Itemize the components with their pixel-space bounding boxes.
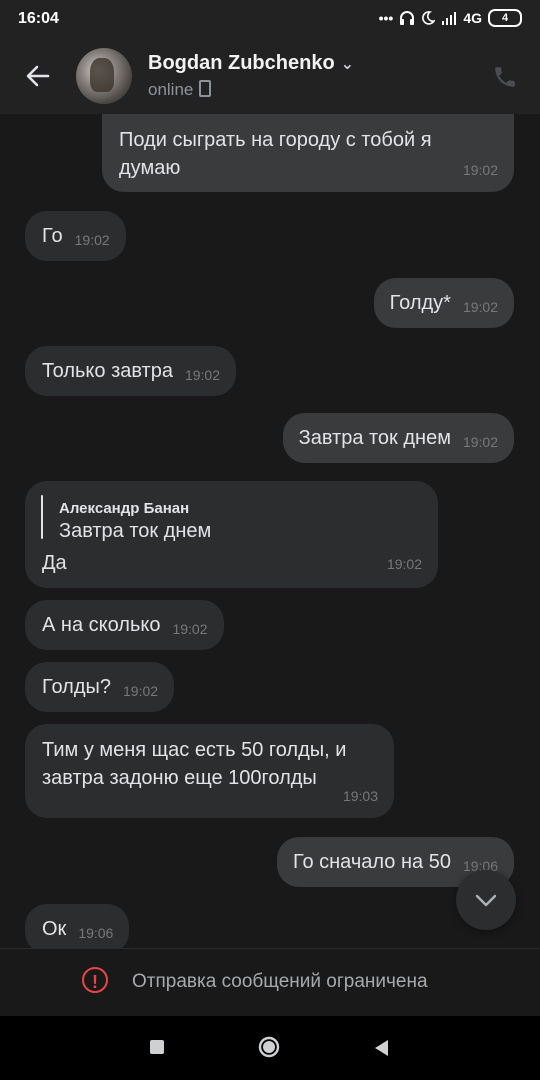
reply-quote-bar [41, 495, 43, 539]
message-incoming[interactable]: А на сколько 19:02 [25, 600, 224, 650]
message-time: 19:03 [342, 788, 378, 804]
chat-header: Bogdan Zubchenko ⌄ online [0, 38, 540, 114]
back-triangle-icon[interactable] [372, 1038, 390, 1058]
message-outgoing[interactable]: Поди сыграть на городу с тобой я думаю 1… [102, 114, 514, 192]
headphones-icon [400, 11, 415, 25]
message-incoming[interactable]: Только завтра 19:02 [25, 346, 237, 396]
moon-icon [422, 11, 436, 25]
restriction-text: Отправка сообщений ограничена [132, 971, 428, 992]
message-incoming[interactable]: Тим у меня щас есть 50 голды, и завтра з… [25, 724, 394, 818]
message-text: Только завтра [42, 360, 173, 382]
message-text: Ок [42, 918, 67, 940]
message-text: Голду* [389, 292, 451, 314]
reply-text: Завтра ток днем [59, 520, 212, 542]
message-text: Поди сыграть на городу с тобой я думаю [119, 129, 432, 179]
scroll-down-button[interactable] [456, 870, 516, 930]
system-nav-bar [0, 1016, 540, 1080]
recents-icon[interactable] [150, 1040, 164, 1054]
message-incoming-reply[interactable]: Александр Банан Завтра ток днем Да 19:02 [25, 481, 438, 588]
message-time: 19:02 [74, 232, 110, 248]
clock: 16:04 [18, 10, 59, 27]
contact-name[interactable]: Bogdan Zubchenko ⌄ [148, 52, 354, 75]
network-type: 4G [463, 10, 482, 26]
avatar[interactable] [76, 48, 132, 104]
battery-icon: 4 [488, 9, 522, 27]
message-text: Го сначало на 50 [292, 851, 451, 873]
message-incoming[interactable]: Го 19:02 [25, 211, 126, 261]
message-outgoing[interactable]: Голду* 19:02 [373, 278, 514, 328]
contact-status-text: online [148, 80, 194, 99]
message-outgoing[interactable]: Завтра ток днем 19:02 [282, 413, 514, 463]
message-time: 19:02 [462, 162, 498, 178]
message-text: Да [42, 552, 67, 574]
message-time: 19:02 [172, 621, 208, 637]
chevron-down-icon [475, 894, 497, 907]
message-time: 19:02 [462, 434, 498, 450]
exclamation-circle-icon: ! [82, 967, 108, 993]
status-bar: 16:04 ••• 4G 4 [0, 0, 540, 38]
mobile-icon [199, 80, 212, 97]
message-text: Тим у меня щас есть 50 голды, и завтра з… [42, 739, 347, 789]
message-time: 19:02 [184, 367, 221, 383]
message-incoming[interactable]: Голды? 19:02 [25, 662, 175, 712]
message-incoming[interactable]: Ок 19:06 [25, 904, 130, 948]
message-time: 19:06 [78, 925, 114, 941]
message-time: 19:02 [462, 299, 498, 315]
contact-name-text: Bogdan Zubchenko [148, 52, 335, 74]
contact-status: online [148, 80, 212, 100]
chevron-down-icon: ⌄ [340, 56, 355, 73]
home-icon[interactable] [258, 1036, 280, 1058]
messaging-restricted-bar: ! Отправка сообщений ограничена [0, 948, 540, 1016]
message-text: Го [42, 225, 63, 247]
arrow-left-icon[interactable] [24, 62, 52, 90]
message-text: Завтра ток днем [298, 427, 451, 449]
message-list[interactable]: Поди сыграть на городу с тобой я думаю 1… [0, 114, 540, 948]
message-time: 19:02 [123, 683, 159, 699]
message-text: А на сколько [42, 614, 161, 636]
message-time: 19:02 [386, 556, 422, 572]
signal-icon [442, 12, 457, 25]
status-icons: ••• 4G 4 [379, 9, 522, 27]
more-dots-icon: ••• [378, 10, 394, 26]
message-text: Голды? [42, 676, 112, 698]
phone-icon[interactable] [492, 64, 518, 90]
